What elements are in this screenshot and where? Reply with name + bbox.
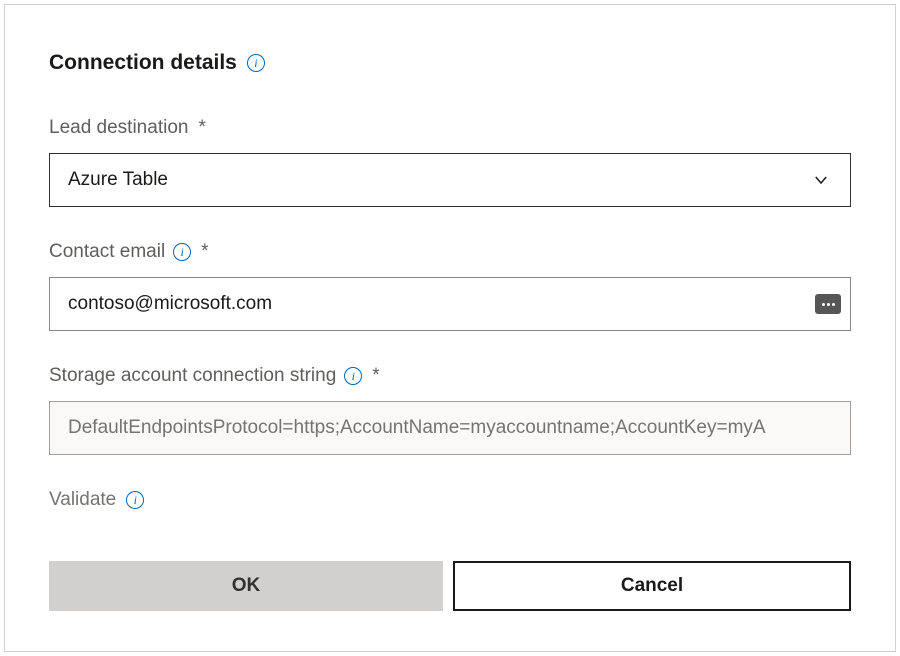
connection-details-dialog: Connection details i Lead destination * A…	[4, 4, 896, 652]
label-text: Storage account connection string	[49, 365, 336, 387]
lead-destination-select[interactable]: Azure Table	[49, 153, 851, 207]
contact-email-input[interactable]	[49, 277, 851, 331]
ok-button[interactable]: OK	[49, 561, 443, 611]
info-icon[interactable]: i	[126, 491, 144, 509]
cancel-button[interactable]: Cancel	[453, 561, 851, 611]
contact-email-input-wrap	[49, 277, 851, 331]
required-marker: *	[201, 241, 208, 263]
dialog-buttons: OK Cancel	[49, 561, 851, 611]
label-text: Contact email	[49, 241, 165, 263]
validate-row: Validate i	[49, 489, 851, 511]
dialog-title: Connection details	[49, 51, 237, 75]
connection-string-label: Storage account connection string i *	[49, 365, 851, 387]
info-icon[interactable]: i	[344, 367, 362, 385]
connection-string-field: Storage account connection string i * De…	[49, 365, 851, 455]
validate-link[interactable]: Validate	[49, 489, 116, 511]
contact-email-field: Contact email i *	[49, 241, 851, 331]
more-icon[interactable]	[815, 294, 841, 314]
select-value: Azure Table	[68, 169, 810, 191]
dialog-header: Connection details i	[49, 51, 851, 75]
contact-email-label: Contact email i *	[49, 241, 851, 263]
required-marker: *	[372, 365, 379, 387]
info-icon[interactable]: i	[173, 243, 191, 261]
required-marker: *	[198, 117, 205, 139]
lead-destination-label: Lead destination *	[49, 117, 851, 139]
info-icon[interactable]: i	[247, 54, 265, 72]
chevron-down-icon	[810, 169, 832, 191]
label-text: Lead destination	[49, 117, 188, 139]
connection-string-input[interactable]: DefaultEndpointsProtocol=https;AccountNa…	[49, 401, 851, 455]
lead-destination-field: Lead destination * Azure Table	[49, 117, 851, 207]
